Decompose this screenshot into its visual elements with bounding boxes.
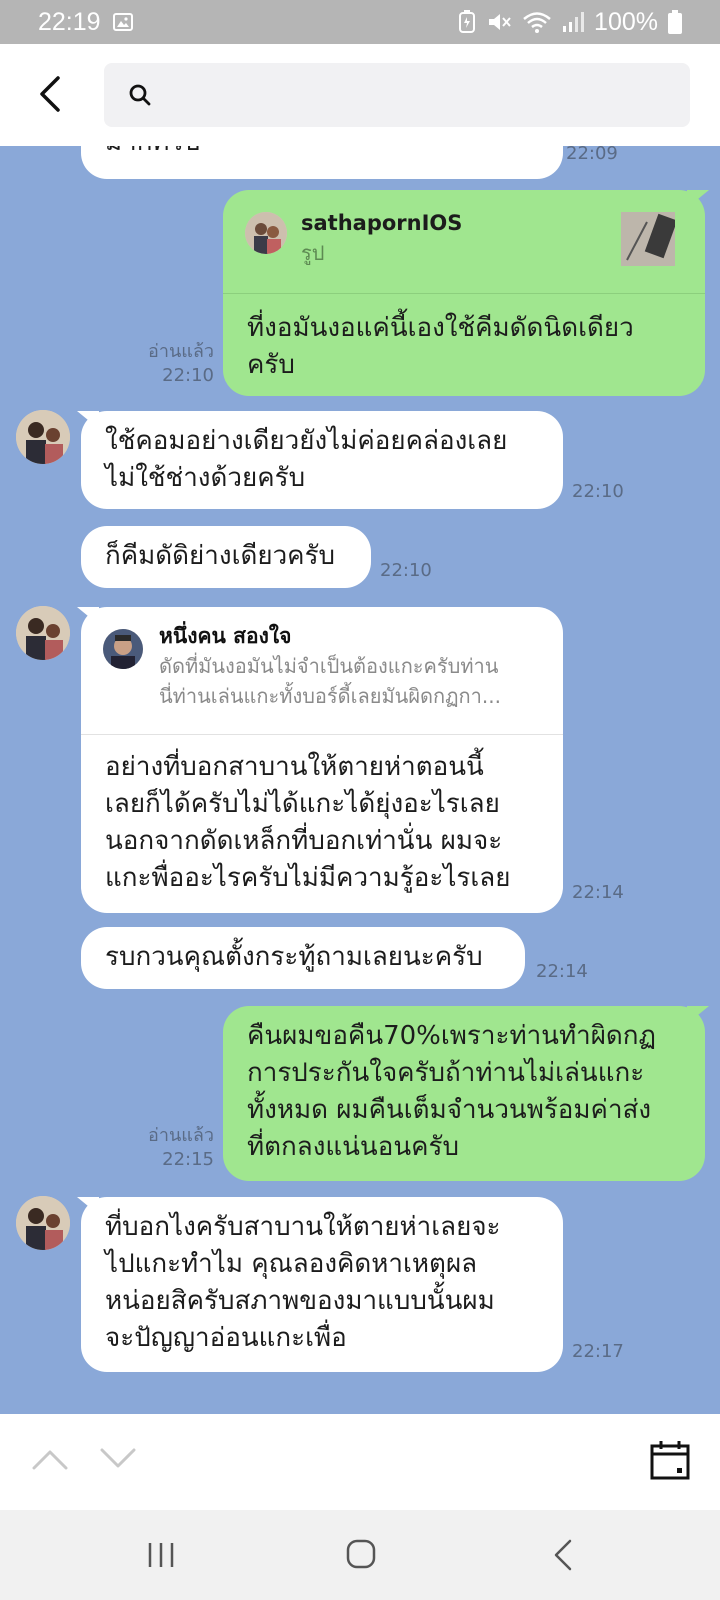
reply-avatar xyxy=(103,629,143,669)
message-text-line: อย่างที่บอกสาบานให้ตายห่าตอนนี้ xyxy=(105,752,484,782)
message-bubble-incoming[interactable]: ก็คีมดัดิย่างเดียวครับ xyxy=(81,526,371,588)
reply-snippet-line: ดัดที่มันงอมันไม่จำเป็นต้องแกะครับท่าน xyxy=(159,654,499,678)
message-text-line: ไปแกะทำไม คุณลองคิดหาเหตุผล xyxy=(105,1249,478,1279)
chevron-up-icon[interactable] xyxy=(32,1446,68,1472)
reply-thumbnail xyxy=(621,212,675,266)
read-status: อ่านแล้ว xyxy=(148,341,214,362)
message-bubble-incoming[interactable]: ใช้คอมอย่างเดียวยังไม่ค่อยคล่องเลย ไม่ใช… xyxy=(77,411,563,509)
message-text-line: ทั้งหมด ผมคืนเต็มจำนวนพร้อมค่าส่ง xyxy=(247,1095,652,1125)
message-time: 22:10 xyxy=(380,560,432,581)
sender-avatar[interactable] xyxy=(16,410,70,464)
battery-saver-icon xyxy=(459,10,476,33)
message-time: 22:14 xyxy=(536,961,588,982)
sender-avatar[interactable] xyxy=(16,606,70,660)
battery-percent: 100% xyxy=(594,7,658,36)
message-text-line: คืนผมขอคืน70%เพราะท่านทำผิดกฏ xyxy=(247,1021,657,1051)
reply-avatar xyxy=(245,212,287,254)
mute-icon xyxy=(489,14,511,30)
message-text-line: ก็คีมดัดิย่างเดียวครับ xyxy=(105,541,336,571)
battery-icon xyxy=(668,10,682,34)
back-arrow-icon[interactable] xyxy=(36,74,66,114)
reply-snippet-line: นี่ท่านเล่นแกะทั้งบอร์ดี้เลยมันผิดกฏกา..… xyxy=(159,684,501,708)
message-text-line: รบกวนคุณตั้งกระทู้ถามเลยนะครับ xyxy=(105,942,483,972)
system-navigation-bar xyxy=(0,1510,720,1600)
message-time: 22:10 xyxy=(162,365,214,386)
read-status: อ่านแล้ว xyxy=(148,1125,214,1146)
signal-icon xyxy=(563,12,585,32)
message-text-line: เลยก็ได้ครับไม่ได้แกะได้ยุ่งอะไรเลย xyxy=(105,789,500,819)
message-text-line: การประกันใจครับถ้าท่านไม่เล่นแกะ xyxy=(247,1058,645,1088)
message-read-receipt: อ่านแล้ว 22:10 xyxy=(136,340,214,388)
message-text-line: ใช้คอมอย่างเดียวยังไม่ค่อยคล่องเลย xyxy=(105,426,508,456)
image-icon xyxy=(112,13,133,31)
wifi-icon xyxy=(523,12,551,33)
message-bubble-outgoing[interactable]: คืนผมขอคืน70%เพราะท่านทำผิดกฏ การประกันใ… xyxy=(223,1006,709,1181)
chat-messages-area[interactable]: มากครับ 22:09 sathapornIOS รูป ที่งอมันง… xyxy=(0,146,720,1414)
calendar-icon[interactable] xyxy=(650,1440,690,1480)
message-text-line: ไม่ใช้ช่างด้วยครับ xyxy=(105,463,306,493)
message-bubble-incoming[interactable]: หนึ่งคน สองใจ ดัดที่มันงอมันไม่จำเป็นต้อ… xyxy=(77,607,563,913)
message-time: 22:10 xyxy=(572,481,624,502)
reply-preview[interactable]: sathapornIOS รูป xyxy=(223,190,705,294)
message-text-line: จะปัญญาอ่อนแกะเพื่อ xyxy=(105,1323,347,1353)
status-time: 22:19 xyxy=(38,7,101,36)
message-bubble-incoming[interactable]: รบกวนคุณตั้งกระทู้ถามเลยนะครับ xyxy=(81,927,525,989)
reply-sender-name: หนึ่งคน สองใจ xyxy=(159,624,292,648)
message-read-receipt: อ่านแล้ว 22:15 xyxy=(136,1124,214,1172)
message-text-line: หน่อยสิครับสภาพของมาแบบนั้นผม xyxy=(105,1286,495,1316)
nav-back-icon[interactable] xyxy=(552,1538,574,1572)
home-icon[interactable] xyxy=(345,1538,377,1570)
message-bubble-incoming[interactable]: มากครับ xyxy=(81,146,563,179)
message-text-line: ครับ xyxy=(247,350,295,380)
message-time: 22:09 xyxy=(566,146,618,164)
status-bar: 22:19 100% xyxy=(0,0,720,44)
sender-avatar[interactable] xyxy=(16,1196,70,1250)
chevron-down-icon[interactable] xyxy=(100,1446,136,1472)
message-text: มากครับ xyxy=(81,146,563,173)
status-icons: 100% xyxy=(458,8,682,37)
message-time: 22:14 xyxy=(572,882,624,903)
chat-search-header xyxy=(0,44,720,146)
message-time: 22:15 xyxy=(162,1149,214,1170)
reply-preview[interactable]: หนึ่งคน สองใจ ดัดที่มันงอมันไม่จำเป็นต้อ… xyxy=(81,607,563,735)
message-bubble-incoming[interactable]: ที่บอกไงครับสาบานให้ตายห่าเลยจะ ไปแกะทำไ… xyxy=(77,1197,563,1372)
message-time: 22:17 xyxy=(572,1341,624,1362)
message-text-line: แกะพื่ออะไรครับไม่มีความรู้อะไรเลย xyxy=(105,863,511,893)
message-text-line: นอกจากดัดเหล็กที่บอกเท่านั่น ผมจะ xyxy=(105,826,503,856)
message-bubble-outgoing[interactable]: sathapornIOS รูป ที่งอมันงอแค่นี้เองใช้ค… xyxy=(223,190,709,396)
search-results-toolbar xyxy=(0,1414,720,1510)
search-input[interactable] xyxy=(104,63,690,127)
message-text-line: ที่งอมันงอแค่นี้เองใช้คีมดัดนิดเดียว xyxy=(247,313,634,343)
recent-apps-icon[interactable] xyxy=(146,1540,176,1570)
message-text-line: ที่ตกลงแน่นอนครับ xyxy=(247,1132,459,1162)
search-icon xyxy=(129,84,151,106)
message-text-line: ที่บอกไงครับสาบานให้ตายห่าเลยจะ xyxy=(105,1212,501,1242)
